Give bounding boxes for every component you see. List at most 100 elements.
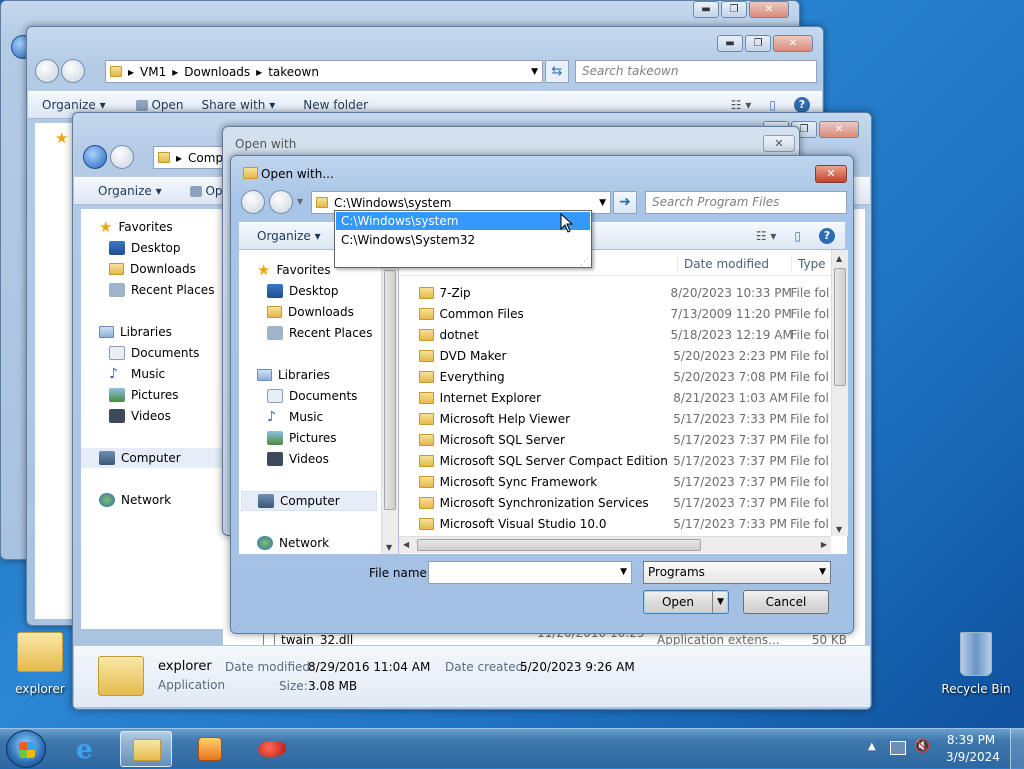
nav-pictures[interactable]: Pictures [267,428,337,448]
help-icon[interactable]: ? [794,97,810,113]
taskbar-media-player[interactable] [184,731,236,767]
scrollbar-thumb[interactable] [834,268,846,386]
show-hidden-icons-icon[interactable]: ▲ [868,741,876,752]
network-tray-icon[interactable] [890,741,906,755]
nav-network[interactable]: Network [99,490,171,510]
dropdown-option-system32[interactable]: C:\Windows\System32 [336,231,590,249]
search-input[interactable]: Search takeown [575,60,817,83]
go-arrow-button[interactable]: ➜ [613,191,637,214]
back-button[interactable] [241,190,265,214]
nav-documents[interactable]: Documents [267,386,357,406]
list-item[interactable]: Microsoft SQL Server 5/17/2023 7:37 PM Fil… [399,429,829,450]
view-options-icon[interactable]: ☷ ▾ [731,98,752,112]
address-bar[interactable]: ▸ VM1 ▸ Downloads ▸ takeown ▼ [105,60,543,83]
clock-date[interactable]: 3/9/2024 [946,750,1000,764]
minimize-button[interactable]: ▬ [693,1,719,18]
list-item[interactable]: Everything 5/20/2023 7:08 PM File fol [399,366,829,387]
forward-button[interactable] [110,145,134,169]
list-item[interactable]: Microsoft Help Viewer 5/17/2023 7:33 PM Fi… [399,408,829,429]
taskbar-internet-explorer[interactable]: e [64,731,116,767]
preview-pane-icon[interactable]: ▯ [794,229,801,243]
nav-pictures[interactable]: Pictures [109,385,179,405]
chevron-down-icon[interactable]: ▼ [620,567,627,577]
nav-desktop[interactable]: Desktop [109,238,181,258]
nav-recent-places[interactable]: Recent Places [267,323,372,343]
new-folder-button[interactable]: New folder [303,98,368,112]
list-item[interactable]: Internet Explorer 8/21/2023 1:03 AM File f… [399,387,829,408]
preview-pane-icon[interactable]: ▯ [769,98,776,112]
resize-grip-icon[interactable]: ⋰ [580,257,589,267]
share-with-menu[interactable]: Share with ▾ [202,98,276,112]
view-options-icon[interactable]: ☷ ▾ [756,229,777,243]
nav-favorites[interactable]: ★ Favorites [99,217,173,237]
list-item[interactable]: Microsoft Sync Framework 5/17/2023 7:37 P… [399,471,829,492]
close-button[interactable]: ✕ [773,35,813,52]
breadcrumb-downloads[interactable]: Downloads [184,65,250,79]
open-button[interactable]: Op [189,184,223,198]
dialog-close-button[interactable]: ✕ [815,165,847,183]
breadcrumb-takeown[interactable]: takeown [268,65,319,79]
breadcrumb-vm1[interactable]: VM1 [140,65,166,79]
chevron-down-icon[interactable]: ▼ [819,567,826,577]
chevron-down-icon[interactable]: ▼ [531,67,538,77]
forward-button[interactable] [61,59,85,83]
breadcrumb-computer[interactable]: Comp [188,151,223,165]
maximize-button[interactable]: ❐ [721,1,747,18]
open-button[interactable]: Open ▼ [643,590,729,614]
list-item[interactable]: Microsoft Visual Studio 10.0 5/17/2023 7:… [399,513,829,534]
nav-desktop[interactable]: Desktop [267,281,339,301]
desktop-icon-explorer[interactable]: explorer [8,632,72,698]
list-item[interactable]: Common Files 7/13/2009 11:20 PM File fol [399,303,829,324]
file-list-vscrollbar[interactable]: ▲ ▼ [831,250,848,536]
taskbar-app-pepper[interactable] [246,731,298,767]
list-item[interactable]: Microsoft Synchronization Services 5/17/2… [399,492,829,513]
nav-videos[interactable]: Videos [267,449,329,469]
start-button[interactable] [6,730,46,768]
show-desktop-button[interactable] [1010,729,1024,769]
scroll-down-arrow-icon[interactable]: ▼ [836,525,842,534]
scroll-left-arrow-icon[interactable]: ◀ [403,540,409,549]
list-item[interactable]: DVD Maker 5/20/2023 2:23 PM File fol [399,345,829,366]
list-item[interactable]: Microsoft SQL Server Compact Edition 5/17… [399,450,829,471]
cancel-button[interactable]: Cancel [743,590,829,614]
maximize-button[interactable]: ❐ [745,35,771,52]
column-date-modified[interactable]: Date modified [677,256,791,271]
chevron-down-icon[interactable]: ▼ [599,198,606,208]
taskbar-windows-explorer[interactable] [120,731,172,767]
forward-button[interactable] [269,190,293,214]
open-split-chevron-icon[interactable]: ▼ [712,591,728,613]
refresh-button[interactable]: ⇆ [545,60,569,83]
scrollbar-thumb[interactable] [417,539,701,551]
dropdown-option-system[interactable]: C:\Windows\system [336,212,590,230]
nav-computer[interactable]: Computer [81,448,223,468]
volume-muted-icon[interactable]: 🔇 [914,739,930,754]
nav-computer[interactable]: Computer [241,491,377,511]
scroll-down-arrow-icon[interactable]: ▼ [386,543,392,552]
address-text[interactable]: C:\Windows\system [334,196,451,210]
search-input[interactable]: Search Program Files [645,191,847,214]
file-type-filter[interactable]: Programs ▼ [643,561,831,584]
list-item[interactable]: 7-Zip 8/20/2023 10:33 PM File fol [399,282,829,303]
nav-music[interactable]: ♪ Music [109,364,165,384]
scroll-right-arrow-icon[interactable]: ▶ [821,540,827,549]
nav-downloads[interactable]: Downloads [267,302,354,322]
organize-menu[interactable]: Organize ▾ [42,98,106,112]
organize-menu[interactable]: Organize ▾ [98,184,162,198]
organize-menu[interactable]: Organize ▾ [257,229,321,243]
minimize-button[interactable]: ▬ [717,35,743,52]
close-button[interactable]: ✕ [819,121,859,138]
nav-downloads[interactable]: Downloads [109,259,196,279]
column-type[interactable]: Type [791,256,826,271]
desktop-icon-recycle-bin[interactable]: Recycle Bin [940,632,1012,700]
back-button[interactable] [83,145,107,169]
recent-pages-chevron-icon[interactable]: ▼ [297,197,303,206]
nav-network[interactable]: Network [257,533,329,553]
close-button[interactable]: ✕ [749,1,789,18]
nav-libraries[interactable]: Libraries [257,365,330,385]
help-icon[interactable]: ? [819,228,835,244]
nav-music[interactable]: ♪ Music [267,407,323,427]
nav-libraries[interactable]: Libraries [99,322,172,342]
scrollbar-thumb[interactable] [384,270,396,510]
nav-documents[interactable]: Documents [109,343,199,363]
nav-videos[interactable]: Videos [109,406,171,426]
